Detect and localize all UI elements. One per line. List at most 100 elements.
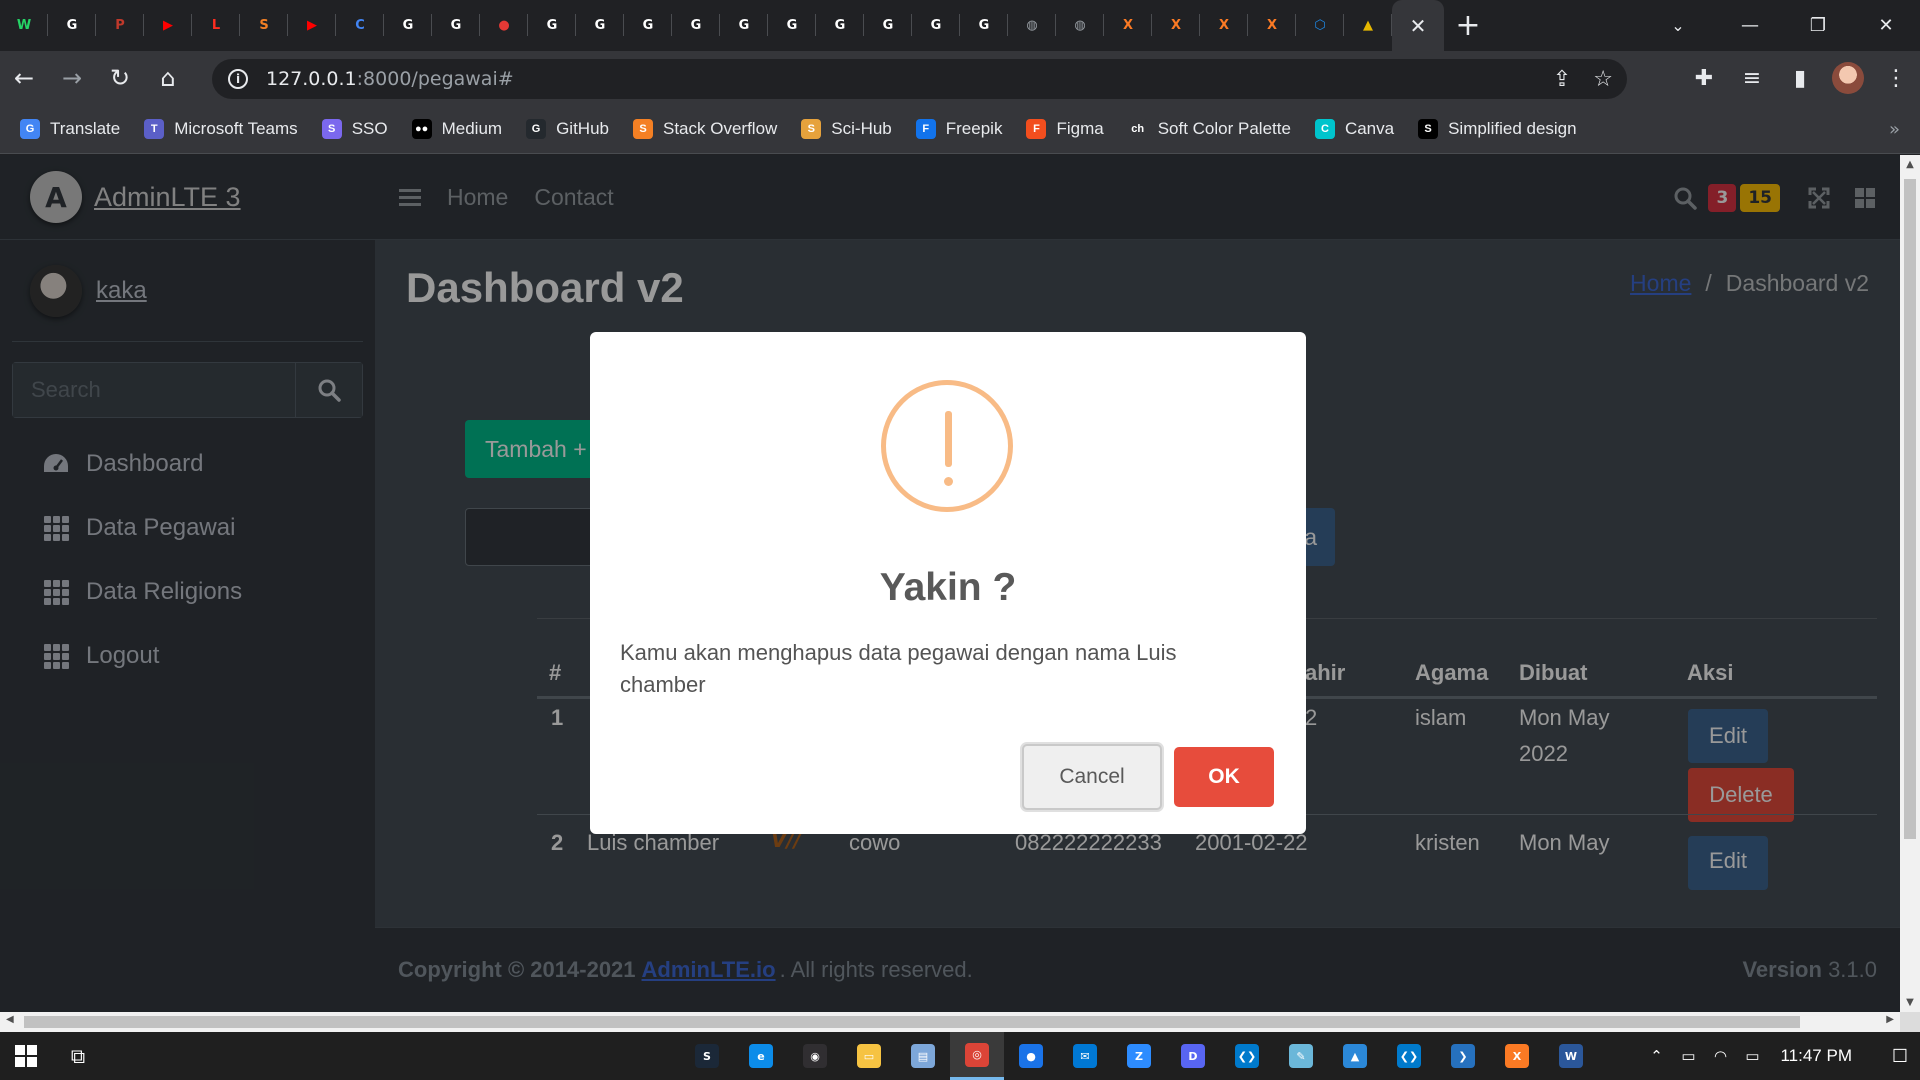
- taskbar-app[interactable]: D: [1166, 1032, 1220, 1080]
- scroll-up-icon[interactable]: ▲: [1900, 159, 1920, 170]
- bookmark-item[interactable]: C Canva: [1314, 119, 1394, 139]
- extensions-icon[interactable]: ✚: [1680, 66, 1728, 91]
- tab-search-icon[interactable]: ⌄: [1658, 0, 1698, 51]
- display-icon[interactable]: ▭: [1672, 1047, 1704, 1065]
- browser-tab[interactable]: G: [768, 0, 816, 51]
- browser-tab[interactable]: W: [0, 0, 48, 51]
- scroll-right-icon[interactable]: ▶: [1886, 1014, 1894, 1025]
- bookmark-item[interactable]: F Figma: [1026, 119, 1104, 139]
- browser-tab[interactable]: ●: [480, 0, 528, 51]
- browser-tab[interactable]: L: [192, 0, 240, 51]
- menu-icon[interactable]: ⋮: [1872, 66, 1920, 91]
- browser-tab[interactable]: G: [720, 0, 768, 51]
- taskbar-app[interactable]: e: [734, 1032, 788, 1080]
- back-icon[interactable]: ←: [0, 51, 48, 105]
- start-button[interactable]: [0, 1032, 52, 1080]
- horizontal-scroll-thumb[interactable]: [24, 1016, 1800, 1028]
- taskbar-app[interactable]: ▤: [896, 1032, 950, 1080]
- browser-tab[interactable]: X: [1248, 0, 1296, 51]
- vertical-scroll-thumb[interactable]: [1904, 179, 1916, 839]
- bookmark-star-icon[interactable]: ☆: [1593, 67, 1613, 92]
- site-info-icon[interactable]: i: [228, 69, 248, 89]
- browser-tab[interactable]: G: [912, 0, 960, 51]
- bookmark-item[interactable]: S Sci-Hub: [801, 119, 892, 139]
- profile-avatar[interactable]: [1832, 62, 1864, 94]
- taskbar-app[interactable]: Z: [1112, 1032, 1166, 1080]
- browser-tab[interactable]: ▲: [1344, 0, 1392, 51]
- vertical-scrollbar[interactable]: ▲ ▼: [1900, 155, 1920, 1012]
- bookmark-item[interactable]: S Simplified design: [1418, 119, 1577, 139]
- taskbar-app[interactable]: S: [680, 1032, 734, 1080]
- forward-icon[interactable]: →: [48, 51, 96, 105]
- close-tab-icon[interactable]: ✕: [1410, 14, 1427, 38]
- active-tab[interactable]: ✕: [1392, 0, 1444, 51]
- taskbar-app[interactable]: ❮❯: [1220, 1032, 1274, 1080]
- browser-tab[interactable]: ▶: [144, 0, 192, 51]
- taskbar-app[interactable]: ❯: [1436, 1032, 1490, 1080]
- browser-tab[interactable]: X: [1152, 0, 1200, 51]
- bookmark-item[interactable]: ●● Medium: [411, 119, 502, 139]
- reload-icon[interactable]: ↻: [96, 51, 144, 105]
- taskbar-app[interactable]: ✎: [1274, 1032, 1328, 1080]
- horizontal-scrollbar[interactable]: ◀ ▶: [0, 1012, 1900, 1032]
- browser-tab[interactable]: G: [384, 0, 432, 51]
- palette-icon: ch: [1127, 119, 1148, 139]
- github-icon: G: [402, 18, 414, 33]
- browser-tab[interactable]: X: [1200, 0, 1248, 51]
- browser-tab[interactable]: G: [960, 0, 1008, 51]
- browser-tab[interactable]: S: [240, 0, 288, 51]
- bookmark-item[interactable]: S SSO: [321, 119, 388, 139]
- browser-tab[interactable]: ◍: [1008, 0, 1056, 51]
- chevron-up-icon[interactable]: ⌃: [1640, 1047, 1672, 1065]
- battery-icon[interactable]: ▭: [1736, 1047, 1768, 1065]
- taskbar-app[interactable]: ▲: [1328, 1032, 1382, 1080]
- minimize-icon[interactable]: —: [1716, 0, 1784, 51]
- more-bookmarks-icon[interactable]: »: [1889, 119, 1900, 140]
- taskbar-app[interactable]: ✉: [1058, 1032, 1112, 1080]
- restore-icon[interactable]: ❐: [1784, 0, 1852, 51]
- browser-tab[interactable]: ◍: [1056, 0, 1104, 51]
- bookmark-item[interactable]: G GitHub: [526, 119, 609, 139]
- wifi-icon[interactable]: ◠: [1704, 1047, 1736, 1065]
- bookmark-item[interactable]: G Translate: [20, 119, 120, 139]
- taskbar-app[interactable]: X: [1490, 1032, 1544, 1080]
- browser-tab[interactable]: G: [672, 0, 720, 51]
- taskbar-app[interactable]: ●: [1004, 1032, 1058, 1080]
- taskbar-app[interactable]: ◎: [950, 1032, 1004, 1080]
- browser-tab[interactable]: G: [624, 0, 672, 51]
- browser-tab[interactable]: P: [96, 0, 144, 51]
- bookmark-item[interactable]: S Stack Overflow: [632, 119, 777, 139]
- bookmark-item[interactable]: T Microsoft Teams: [144, 119, 298, 139]
- close-window-icon[interactable]: ✕: [1852, 0, 1920, 51]
- browser-tab[interactable]: X: [1104, 0, 1152, 51]
- media-control-icon[interactable]: ≡: [1728, 66, 1776, 91]
- browser-tab[interactable]: ▶: [288, 0, 336, 51]
- task-view-icon[interactable]: ⧉: [52, 1032, 104, 1080]
- scroll-left-icon[interactable]: ◀: [6, 1014, 14, 1025]
- taskbar-app[interactable]: ▭: [842, 1032, 896, 1080]
- taskbar-clock[interactable]: 11:47 PM: [1780, 1046, 1852, 1066]
- ok-button[interactable]: OK: [1174, 747, 1274, 807]
- taskbar-app[interactable]: ◉: [788, 1032, 842, 1080]
- cancel-button[interactable]: Cancel: [1022, 744, 1162, 810]
- home-icon[interactable]: ⌂: [144, 51, 192, 105]
- taskbar-app[interactable]: W: [1544, 1032, 1598, 1080]
- browser-tab[interactable]: G: [816, 0, 864, 51]
- browser-tab[interactable]: ⬡: [1296, 0, 1344, 51]
- browser-tab[interactable]: G: [432, 0, 480, 51]
- taskbar-app[interactable]: ❮❯: [1382, 1032, 1436, 1080]
- browser-tab[interactable]: G: [48, 0, 96, 51]
- bookmark-item[interactable]: F Freepik: [915, 119, 1002, 139]
- side-panel-icon[interactable]: ▮: [1776, 66, 1824, 91]
- notifications-icon[interactable]: ☐: [1880, 1046, 1920, 1067]
- address-bar[interactable]: i 127.0.0.1:8000/pegawai# ⇪ ☆: [212, 59, 1627, 99]
- bookmark-item[interactable]: ch Soft Color Palette: [1127, 119, 1291, 139]
- url-text[interactable]: 127.0.0.1:8000/pegawai#: [266, 68, 514, 90]
- browser-tab[interactable]: C: [336, 0, 384, 51]
- browser-tab[interactable]: G: [864, 0, 912, 51]
- browser-tab[interactable]: G: [528, 0, 576, 51]
- share-icon[interactable]: ⇪: [1553, 67, 1571, 92]
- browser-tab[interactable]: G: [576, 0, 624, 51]
- scroll-down-icon[interactable]: ▼: [1900, 997, 1920, 1008]
- new-tab-button[interactable]: +: [1444, 0, 1492, 51]
